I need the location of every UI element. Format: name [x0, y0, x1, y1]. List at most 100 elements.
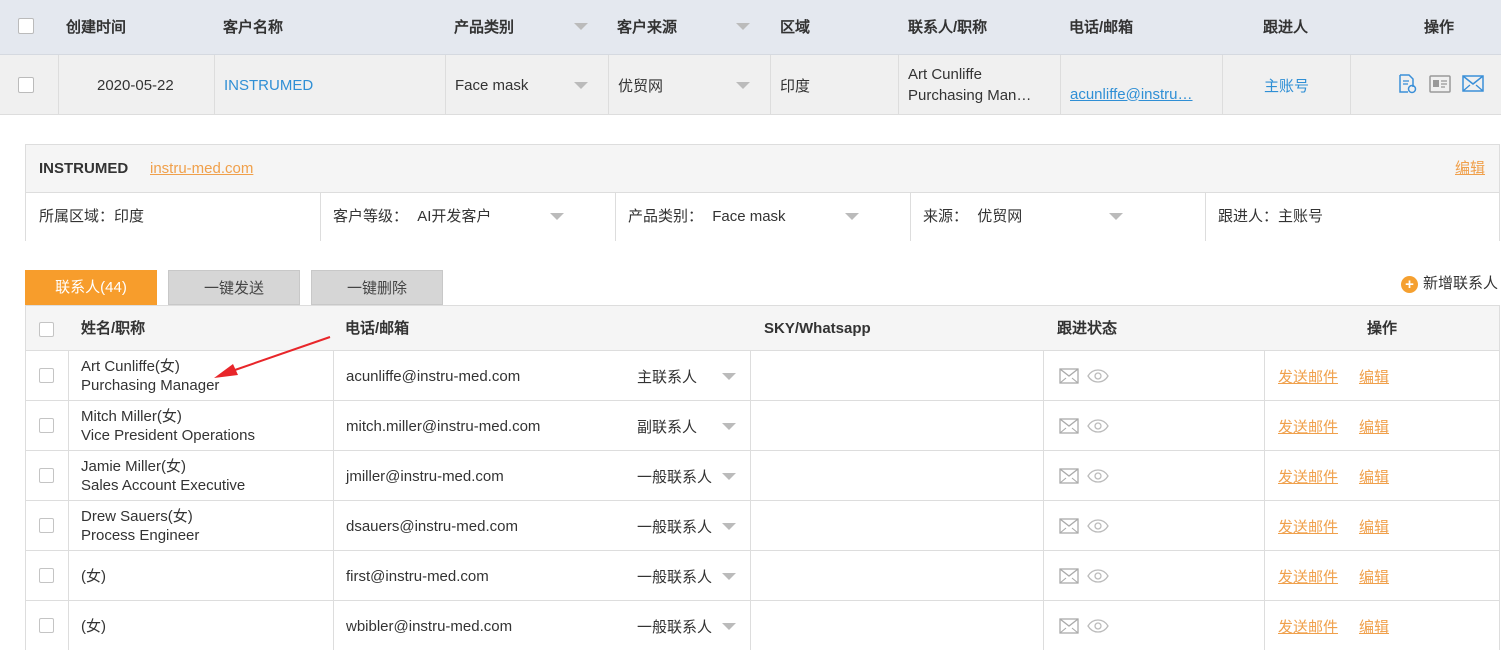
contact-cell: Art Cunliffe Purchasing Man…	[908, 55, 1031, 115]
product-filter-caret-icon[interactable]	[574, 23, 588, 30]
contact-row-checkbox[interactable]	[39, 568, 54, 583]
mail-status-icon[interactable]	[1059, 368, 1079, 384]
source-field[interactable]: 来源： 优贸网	[923, 193, 1022, 241]
role-caret-icon[interactable]	[722, 523, 736, 530]
add-contact-button[interactable]: + 新增联系人	[1401, 274, 1498, 294]
mail-status-icon[interactable]	[1059, 568, 1079, 584]
company-website-link[interactable]: instru-med.com	[150, 145, 253, 193]
level-value[interactable]: AI开发客户	[417, 208, 491, 225]
contact-row-name: Drew Sauers(女)	[81, 508, 193, 525]
source-value[interactable]: 优贸网	[977, 208, 1022, 225]
contact-role-select[interactable]: 主联系人	[637, 351, 697, 401]
send-email-link[interactable]: 发送邮件	[1278, 551, 1338, 601]
contact-email-link[interactable]: acunliffe@instru…	[1070, 64, 1193, 124]
source-select-caret-icon[interactable]	[736, 82, 750, 89]
role-caret-icon[interactable]	[722, 473, 736, 480]
mail-status-icon[interactable]	[1059, 618, 1079, 634]
header-product[interactable]: 产品类别	[454, 0, 514, 55]
select-all-checkbox[interactable]	[18, 18, 34, 34]
level-field[interactable]: 客户等级： AI开发客户	[333, 193, 491, 241]
plus-circle-icon: +	[1401, 275, 1418, 293]
contact-role-select[interactable]: 一般联系人	[637, 451, 712, 501]
contact-name-cell: Drew Sauers(女) Process Engineer	[81, 501, 199, 551]
source-caret-icon[interactable]	[1109, 213, 1123, 220]
contact-row-name: Mitch Miller(女)	[81, 408, 182, 425]
eye-icon[interactable]	[1087, 469, 1109, 483]
contact-row: (女) wbibler@instru-med.com 一般联系人 发送邮件 编辑	[26, 601, 1499, 650]
tab-contacts[interactable]: 联系人(44)	[25, 270, 157, 305]
contact-row-checkbox[interactable]	[39, 618, 54, 633]
contact-row-checkbox[interactable]	[39, 518, 54, 533]
customer-name-link[interactable]: INSTRUMED	[224, 55, 313, 115]
edit-contact-link[interactable]: 编辑	[1359, 401, 1389, 451]
contact-row: Art Cunliffe(女) Purchasing Manager acunl…	[26, 351, 1499, 401]
contact-row-email: wbibler@instru-med.com	[346, 617, 513, 635]
mail-status-icon[interactable]	[1059, 468, 1079, 484]
contact-row-title: Purchasing Manager	[81, 377, 220, 394]
header-sky: SKY/Whatsapp	[764, 320, 871, 337]
add-contact-label: 新增联系人	[1423, 275, 1499, 292]
product-select-caret-icon[interactable]	[574, 82, 588, 89]
follower-link[interactable]: 主账号	[1264, 55, 1309, 115]
eye-icon[interactable]	[1087, 419, 1109, 433]
header-phone-email: 电话/邮箱	[1069, 19, 1134, 36]
contact-row: (女) first@instru-med.com 一般联系人 发送邮件 编辑	[26, 551, 1499, 601]
eye-icon[interactable]	[1087, 619, 1109, 633]
edit-contact-link[interactable]: 编辑	[1359, 501, 1389, 551]
mail-status-icon[interactable]	[1059, 518, 1079, 534]
send-all-button[interactable]: 一键发送	[168, 270, 300, 305]
contact-row-title: Process Engineer	[81, 527, 200, 544]
header-source[interactable]: 客户来源	[617, 0, 677, 55]
product-field[interactable]: 产品类别： Face mask	[628, 193, 786, 241]
role-caret-icon[interactable]	[722, 573, 736, 580]
contact-role-select[interactable]: 一般联系人	[637, 601, 712, 650]
send-email-link[interactable]: 发送邮件	[1278, 501, 1338, 551]
contact-role-select[interactable]: 一般联系人	[637, 501, 712, 551]
company-detail-panel: INSTRUMED instru-med.com 编辑 所属区域：印度 客户等级…	[25, 144, 1500, 241]
edit-contact-link[interactable]: 编辑	[1359, 551, 1389, 601]
send-email-link[interactable]: 发送邮件	[1278, 451, 1338, 501]
header-status: 跟进状态	[1057, 320, 1118, 337]
role-caret-icon[interactable]	[722, 623, 736, 630]
contact-role-select[interactable]: 一般联系人	[637, 551, 712, 601]
mail-status-icon[interactable]	[1059, 418, 1079, 434]
header-contact-actions: 操作	[1367, 320, 1398, 337]
row-checkbox[interactable]	[18, 77, 34, 93]
contact-role-select[interactable]: 副联系人	[637, 401, 697, 451]
contact-row: Mitch Miller(女) Vice President Operation…	[26, 401, 1499, 451]
region-value: 印度	[780, 77, 811, 95]
contact-row-title: Sales Account Executive	[81, 477, 246, 494]
product-value[interactable]: Face mask	[712, 208, 785, 225]
send-mail-icon[interactable]	[1462, 75, 1484, 93]
contacts-table-header: 姓名/职称 电话/邮箱 SKY/Whatsapp 跟进状态 操作	[26, 306, 1499, 351]
contact-row-checkbox[interactable]	[39, 368, 54, 383]
send-email-link[interactable]: 发送邮件	[1278, 601, 1338, 650]
eye-icon[interactable]	[1087, 569, 1109, 583]
contacts-select-all-checkbox[interactable]	[39, 322, 54, 337]
edit-contact-link[interactable]: 编辑	[1359, 351, 1389, 401]
source-label: 来源：	[923, 208, 969, 225]
edit-contact-link[interactable]: 编辑	[1359, 601, 1389, 650]
header-follower: 跟进人	[1263, 19, 1309, 36]
eye-icon[interactable]	[1087, 519, 1109, 533]
source-select[interactable]: 优贸网	[618, 55, 663, 115]
company-name: INSTRUMED	[39, 160, 129, 177]
delete-all-button[interactable]: 一键删除	[311, 270, 443, 305]
role-caret-icon[interactable]	[722, 423, 736, 430]
contact-card-icon[interactable]	[1429, 75, 1451, 93]
role-caret-icon[interactable]	[722, 373, 736, 380]
company-edit-link[interactable]: 编辑	[1455, 145, 1485, 193]
level-label: 客户等级：	[333, 208, 409, 225]
follow-record-icon[interactable]	[1397, 74, 1417, 94]
send-email-link[interactable]: 发送邮件	[1278, 351, 1338, 401]
product-select[interactable]: Face mask	[455, 55, 528, 115]
level-caret-icon[interactable]	[550, 213, 564, 220]
edit-contact-link[interactable]: 编辑	[1359, 451, 1389, 501]
follower-field: 跟进人：主账号	[1218, 193, 1323, 241]
product-caret-icon[interactable]	[845, 213, 859, 220]
eye-icon[interactable]	[1087, 369, 1109, 383]
source-filter-caret-icon[interactable]	[736, 23, 750, 30]
send-email-link[interactable]: 发送邮件	[1278, 401, 1338, 451]
contact-row-checkbox[interactable]	[39, 468, 54, 483]
contact-row-checkbox[interactable]	[39, 418, 54, 433]
